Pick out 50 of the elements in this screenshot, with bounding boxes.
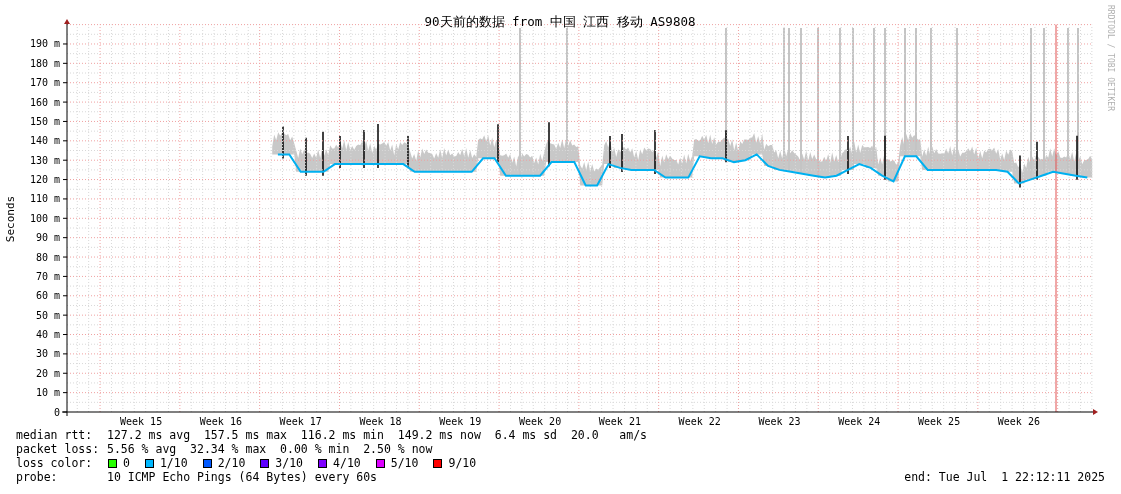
- swatch-label: 4/10: [333, 456, 361, 470]
- y-tick-label: 40 m: [35, 329, 60, 340]
- y-tick-label: 190 m: [29, 38, 60, 50]
- x-tick-label: Week 17: [279, 416, 322, 427]
- x-tick-label: Week 18: [359, 416, 402, 427]
- chart-title: 90天前的数据 from 中国 江西 移动 AS9808: [424, 14, 696, 29]
- y-tick-label: 70 m: [35, 270, 60, 282]
- y-tick-label: 120 m: [29, 174, 60, 186]
- y-tick-label: 100 m: [29, 212, 60, 224]
- x-tick-label: Week 23: [758, 416, 801, 427]
- legend-label: median rtt:: [16, 428, 94, 442]
- x-tick-label: Week 19: [439, 416, 482, 427]
- swatch-label: 9/10: [448, 456, 477, 470]
- y-tick-label: 140 m: [29, 135, 60, 147]
- x-tick-label: Week 24: [838, 416, 881, 427]
- legend-label: packet loss:: [16, 442, 101, 456]
- x-tick-label: Week 25: [918, 416, 961, 427]
- x-tick-label: Week 22: [678, 416, 721, 427]
- y-tick-label: 60 m: [35, 290, 60, 302]
- y-tick-label: 170 m: [29, 77, 60, 89]
- x-tick-label: Week 16: [199, 416, 242, 427]
- probe-text: 10 ICMP Echo Pings (64 Bytes) every 60s: [107, 470, 378, 484]
- legend-values: 127.2 ms avg 157.5 ms max 116.2 ms min 149.2 ms now 6.4 ms sd 20.0 am/s: [107, 428, 648, 442]
- swatch-label: 1/10: [159, 456, 188, 470]
- y-tick-label: 160 m: [29, 96, 60, 108]
- swatch-label: 0: [123, 456, 130, 470]
- y-tick-label: 110 m: [29, 193, 60, 205]
- end-time: end: Tue Jul 1 22:12:11 2025: [904, 470, 1105, 484]
- y-tick-label: 130 m: [29, 154, 60, 166]
- legend-label: loss color:: [16, 456, 94, 470]
- swatch-label: 5/10: [390, 456, 419, 470]
- y-tick-label: 180 m: [29, 57, 60, 69]
- x-tick-label: Week 20: [519, 416, 562, 427]
- swatch-label: 2/10: [217, 456, 246, 470]
- swatch-label: 3/10: [275, 456, 304, 470]
- y-tick-label: 20 m: [35, 367, 60, 379]
- legend-values: 5.56 % avg 32.34 % max 0.00 % min 2.50 % now: [107, 442, 433, 456]
- y-tick-label: 10 m: [35, 387, 60, 399]
- y-tick-label: 0: [53, 406, 60, 418]
- y-tick-label: 50 m: [35, 309, 60, 321]
- y-axis-label: Seconds: [4, 195, 17, 243]
- legend-label: probe:: [16, 470, 59, 484]
- x-tick-label: Week 15: [120, 416, 163, 427]
- credit-label: RRDTOOL / TOBI OETIKER: [1106, 5, 1115, 111]
- y-tick-label: 30 m: [35, 348, 60, 360]
- y-tick-label: 90 m: [35, 232, 60, 244]
- y-tick-label: 80 m: [35, 251, 60, 263]
- y-tick-label: 150 m: [29, 115, 60, 127]
- x-tick-label: Week 21: [598, 416, 641, 427]
- x-tick-label: Week 26: [997, 416, 1040, 427]
